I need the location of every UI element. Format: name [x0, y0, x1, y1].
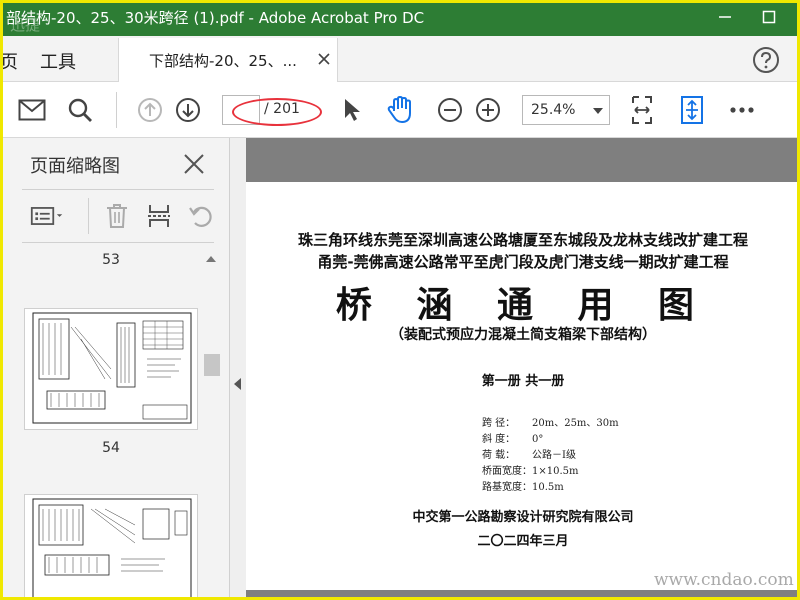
mail-icon [18, 99, 46, 121]
more-tools-button[interactable] [726, 94, 758, 126]
cursor-arrow-icon [345, 99, 360, 121]
collapse-panel-icon[interactable] [234, 378, 241, 390]
select-tool-button[interactable] [336, 94, 368, 126]
maximize-icon [762, 10, 776, 24]
zoom-out-button[interactable] [434, 94, 466, 126]
spec-row: 桥面宽度：1×10.5m [482, 462, 579, 477]
email-button[interactable] [16, 94, 48, 126]
arrow-up-circle-icon [138, 98, 162, 122]
toolbar-separator [116, 92, 117, 128]
spec-row: 路基宽度：10.5m [482, 478, 564, 493]
search-icon [68, 98, 92, 122]
search-button[interactable] [64, 94, 96, 126]
panel-title: 页面缩略图 [30, 156, 120, 177]
panel-splitter[interactable] [230, 138, 246, 600]
document-main-title: 桥 涵 通 用 图 [335, 284, 711, 326]
document-date: 二〇二四年三月 [477, 534, 569, 549]
options-list-icon [30, 207, 63, 225]
zoom-value: 25.4% [531, 102, 576, 118]
hand-tool-button[interactable] [384, 94, 416, 126]
arrow-down-circle-icon [176, 98, 200, 122]
spec-value: 0° [532, 434, 544, 445]
thumbnail-panel: 页面缩略图 53 54 [0, 138, 230, 600]
spec-key: 斜 度： [482, 434, 516, 445]
logo-stamp: 迅捷 [10, 16, 41, 34]
tab-tools[interactable]: 工具 [40, 48, 76, 74]
chevron-up-icon[interactable] [206, 256, 216, 262]
spec-key: 路基宽度： [482, 482, 532, 493]
spec-row: 跨 径： 20m、25m、30m [482, 414, 619, 429]
spec-key: 桥面宽度： [482, 466, 532, 477]
spec-key: 跨 径： [482, 418, 516, 429]
tab-document-label: 下部结构-20、25、... [149, 52, 297, 70]
panel-close-button[interactable] [180, 150, 208, 178]
plus-circle-icon [476, 98, 500, 122]
panel-divider [22, 242, 214, 243]
spec-value: 公路－Ⅰ级 [532, 450, 576, 461]
maximize-button[interactable] [752, 4, 786, 30]
hand-icon [387, 95, 411, 124]
document-view[interactable]: 珠三角环线东莞至深圳高速公路塘厦至东城段及龙林支线改扩建工程 甬莞-莞佛高速公路… [246, 138, 800, 600]
thumbnail-options-button[interactable] [30, 200, 64, 232]
page-thumbnail[interactable] [24, 494, 198, 600]
title-bar[interactable]: 部结构-20、25、30米跨径 (1).pdf - Adobe Acrobat … [0, 0, 800, 36]
tab-home[interactable]: 页 [0, 48, 18, 74]
main-toolbar: / 201 25.4% [0, 82, 800, 138]
minimize-button[interactable] [708, 4, 742, 30]
tab-close-button[interactable] [315, 50, 333, 68]
tab-bar: 页 工具 下部结构-20、25、... [0, 36, 800, 82]
red-annotation-ellipse [232, 98, 322, 126]
spec-row: 斜 度： 0° [482, 430, 543, 445]
page-scroll-icon [681, 96, 703, 124]
spec-value: 10.5m [532, 482, 564, 493]
help-icon [753, 47, 779, 73]
close-icon [184, 154, 204, 174]
thumbnail-scrollbar[interactable] [202, 250, 220, 600]
close-icon [318, 53, 330, 65]
spec-value: 20m、25m、30m [532, 418, 619, 429]
delete-page-button[interactable] [100, 200, 134, 232]
help-button[interactable] [752, 46, 780, 74]
chevron-down-icon [593, 108, 603, 114]
organization-name: 中交第一公路勘察设计研究院有限公司 [412, 510, 634, 525]
rotate-icon [189, 206, 212, 227]
project-name-line-1: 珠三角环线东莞至深圳高速公路塘厦至东城段及龙林支线改扩建工程 [297, 231, 748, 249]
page-thumbnail[interactable] [24, 308, 198, 430]
more-dots-icon [730, 107, 754, 113]
window-title: 部结构-20、25、30米跨径 (1).pdf - Adobe Acrobat … [6, 9, 425, 27]
zoom-in-button[interactable] [472, 94, 504, 126]
spec-key: 荷 载： [482, 450, 516, 461]
next-page-button[interactable] [172, 94, 204, 126]
extract-page-button[interactable] [142, 200, 176, 232]
spec-row: 荷 载： 公路－Ⅰ级 [482, 446, 576, 461]
tab-document[interactable]: 下部结构-20、25、... [118, 38, 338, 82]
scroll-mode-button[interactable] [676, 94, 708, 126]
panel-divider [22, 189, 214, 190]
document-subtitle: （装配式预应力混凝土简支箱梁下部结构） [390, 327, 656, 343]
fit-page-button[interactable] [626, 94, 658, 126]
previous-page-button[interactable] [134, 94, 166, 126]
thumbnail-page-number: 53 [102, 252, 120, 268]
minus-circle-icon [438, 98, 462, 122]
site-watermark: www.cndao.com [654, 570, 794, 590]
thumbnail-page-number: 54 [102, 440, 120, 456]
pdf-page: 珠三角环线东莞至深圳高速公路塘厦至东城段及龙林支线改扩建工程 甬莞-莞佛高速公路… [246, 182, 800, 590]
volume-label: 第一册 共一册 [481, 374, 565, 389]
rotate-page-button[interactable] [184, 200, 218, 232]
panel-tool-separator [88, 198, 89, 234]
drawing-thumbnail-image [32, 312, 192, 424]
project-name-line-2: 甬莞-莞佛高速公路常平至虎门段及虎门港支线一期改扩建工程 [317, 253, 729, 271]
zoom-dropdown[interactable]: 25.4% [522, 95, 610, 125]
split-page-icon [148, 205, 170, 227]
minimize-icon [719, 16, 731, 18]
spec-value: 1×10.5m [532, 466, 579, 477]
trash-icon [107, 204, 127, 228]
fit-page-icon [632, 96, 652, 124]
scrollbar-handle[interactable] [204, 354, 220, 376]
drawing-thumbnail-image [32, 498, 192, 600]
